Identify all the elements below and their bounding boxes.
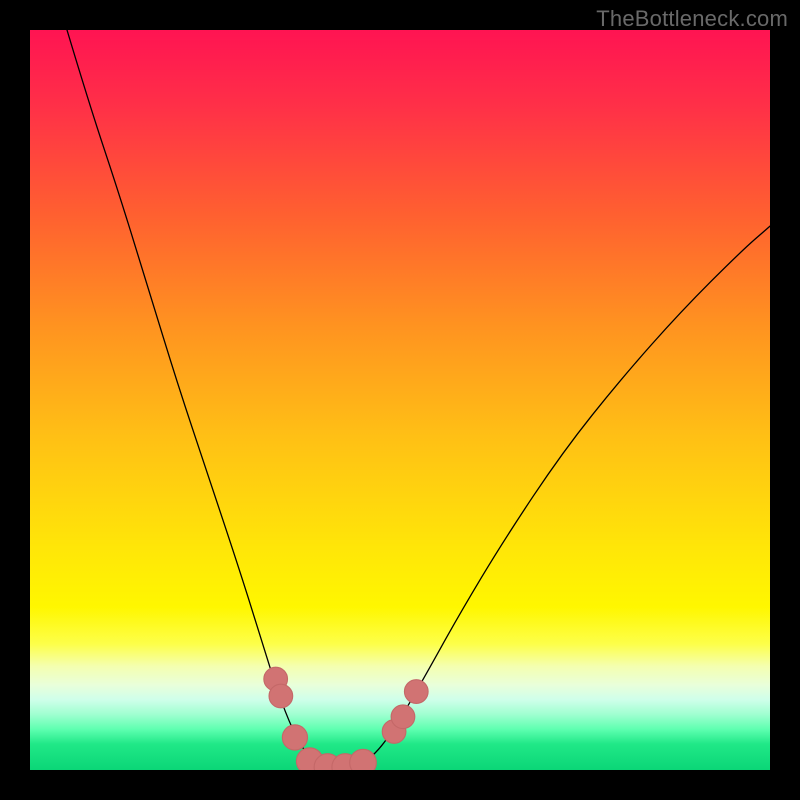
plot-area: [30, 30, 770, 770]
curve-marker: [269, 684, 293, 708]
chart-stage: TheBottleneck.com: [0, 0, 800, 800]
curve-marker: [404, 680, 428, 704]
curve-marker: [282, 725, 307, 750]
curve-layer: [30, 30, 770, 770]
curve-marker: [350, 749, 377, 770]
bottleneck-curve: [67, 30, 770, 769]
watermark-text: TheBottleneck.com: [596, 6, 788, 32]
curve-marker: [391, 705, 415, 729]
